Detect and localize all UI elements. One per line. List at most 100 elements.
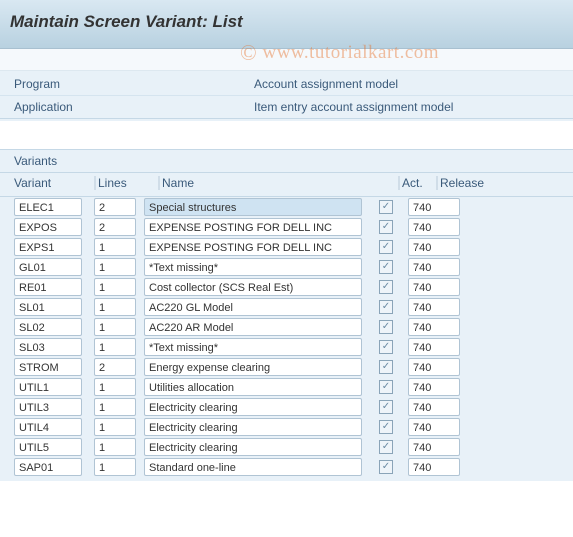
cell-release[interactable]: 740 (408, 398, 460, 416)
cell-variant[interactable]: UTIL3 (14, 398, 82, 416)
cell-name[interactable]: *Text missing* (144, 258, 362, 276)
cell-release[interactable]: 740 (408, 318, 460, 336)
checkbox-act[interactable]: ✓ (379, 240, 393, 254)
checkbox-act[interactable]: ✓ (379, 220, 393, 234)
table-row[interactable]: SAP01 1 Standard one-line ✓ 740 (0, 457, 573, 477)
checkbox-act[interactable]: ✓ (379, 460, 393, 474)
table-row[interactable]: ELEC1 2 Special structures ✓ 740 (0, 197, 573, 217)
cell-lines[interactable]: 1 (94, 318, 136, 336)
cell-variant[interactable]: SL03 (14, 338, 82, 356)
cell-release[interactable]: 740 (408, 358, 460, 376)
cell-name[interactable]: EXPENSE POSTING FOR DELL INC (144, 238, 362, 256)
table-row[interactable]: GL01 1 *Text missing* ✓ 740 (0, 257, 573, 277)
info-row-application: Application Item entry account assignmen… (0, 96, 573, 119)
col-header-name[interactable]: Name (158, 176, 398, 190)
cell-lines[interactable]: 1 (94, 438, 136, 456)
cell-variant[interactable]: UTIL5 (14, 438, 82, 456)
checkbox-act[interactable]: ✓ (379, 420, 393, 434)
col-header-act[interactable]: Act. (398, 176, 436, 190)
cell-variant[interactable]: SL01 (14, 298, 82, 316)
cell-name[interactable]: Electricity clearing (144, 438, 362, 456)
cell-lines[interactable]: 1 (94, 378, 136, 396)
col-header-variant[interactable]: Variant (14, 176, 94, 190)
cell-name[interactable]: Cost collector (SCS Real Est) (144, 278, 362, 296)
table-row[interactable]: EXPOS 2 EXPENSE POSTING FOR DELL INC ✓ 740 (0, 217, 573, 237)
cell-variant[interactable]: EXPS1 (14, 238, 82, 256)
cell-name[interactable]: Electricity clearing (144, 398, 362, 416)
page-title: Maintain Screen Variant: List (10, 12, 563, 32)
cell-release[interactable]: 740 (408, 238, 460, 256)
cell-lines[interactable]: 2 (94, 358, 136, 376)
table-row[interactable]: RE01 1 Cost collector (SCS Real Est) ✓ 740 (0, 277, 573, 297)
cell-act: ✓ (368, 460, 404, 474)
cell-variant[interactable]: RE01 (14, 278, 82, 296)
cell-variant[interactable]: STROM (14, 358, 82, 376)
cell-variant[interactable]: EXPOS (14, 218, 82, 236)
col-header-release[interactable]: Release (436, 176, 512, 190)
table-row[interactable]: SL03 1 *Text missing* ✓ 740 (0, 337, 573, 357)
table-row[interactable]: UTIL5 1 Electricity clearing ✓ 740 (0, 437, 573, 457)
table-row[interactable]: UTIL3 1 Electricity clearing ✓ 740 (0, 397, 573, 417)
table-row[interactable]: SL01 1 AC220 GL Model ✓ 740 (0, 297, 573, 317)
cell-name[interactable]: *Text missing* (144, 338, 362, 356)
program-label: Program (14, 77, 254, 91)
cell-act: ✓ (368, 360, 404, 374)
checkbox-act[interactable]: ✓ (379, 200, 393, 214)
table-row[interactable]: UTIL1 1 Utilities allocation ✓ 740 (0, 377, 573, 397)
cell-release[interactable]: 740 (408, 418, 460, 436)
col-header-lines[interactable]: Lines (94, 176, 158, 190)
cell-name[interactable]: EXPENSE POSTING FOR DELL INC (144, 218, 362, 236)
cell-variant[interactable]: GL01 (14, 258, 82, 276)
cell-release[interactable]: 740 (408, 278, 460, 296)
cell-variant[interactable]: ELEC1 (14, 198, 82, 216)
checkbox-act[interactable]: ✓ (379, 260, 393, 274)
cell-lines[interactable]: 2 (94, 198, 136, 216)
cell-release[interactable]: 740 (408, 338, 460, 356)
cell-lines[interactable]: 1 (94, 398, 136, 416)
table-row[interactable]: SL02 1 AC220 AR Model ✓ 740 (0, 317, 573, 337)
cell-release[interactable]: 740 (408, 218, 460, 236)
cell-act: ✓ (368, 340, 404, 354)
checkbox-act[interactable]: ✓ (379, 340, 393, 354)
cell-act: ✓ (368, 320, 404, 334)
table-row[interactable]: UTIL4 1 Electricity clearing ✓ 740 (0, 417, 573, 437)
table-row[interactable]: EXPS1 1 EXPENSE POSTING FOR DELL INC ✓ 740 (0, 237, 573, 257)
checkbox-act[interactable]: ✓ (379, 320, 393, 334)
grid-header: Variant Lines Name Act. Release (0, 173, 573, 197)
cell-name[interactable]: Energy expense clearing (144, 358, 362, 376)
cell-lines[interactable]: 1 (94, 458, 136, 476)
cell-name[interactable]: Special structures (144, 198, 362, 216)
cell-release[interactable]: 740 (408, 198, 460, 216)
cell-variant[interactable]: UTIL4 (14, 418, 82, 436)
toolbar (0, 49, 573, 71)
cell-name[interactable]: Standard one-line (144, 458, 362, 476)
cell-act: ✓ (368, 240, 404, 254)
checkbox-act[interactable]: ✓ (379, 360, 393, 374)
cell-name[interactable]: AC220 AR Model (144, 318, 362, 336)
cell-lines[interactable]: 1 (94, 238, 136, 256)
checkbox-act[interactable]: ✓ (379, 380, 393, 394)
cell-name[interactable]: Electricity clearing (144, 418, 362, 436)
cell-lines[interactable]: 1 (94, 298, 136, 316)
cell-lines[interactable]: 1 (94, 258, 136, 276)
cell-release[interactable]: 740 (408, 258, 460, 276)
checkbox-act[interactable]: ✓ (379, 440, 393, 454)
cell-release[interactable]: 740 (408, 298, 460, 316)
cell-variant[interactable]: SAP01 (14, 458, 82, 476)
cell-release[interactable]: 740 (408, 438, 460, 456)
cell-lines[interactable]: 2 (94, 218, 136, 236)
cell-release[interactable]: 740 (408, 378, 460, 396)
checkbox-act[interactable]: ✓ (379, 280, 393, 294)
cell-name[interactable]: Utilities allocation (144, 378, 362, 396)
cell-name[interactable]: AC220 GL Model (144, 298, 362, 316)
cell-lines[interactable]: 1 (94, 418, 136, 436)
application-value: Item entry account assignment model (254, 100, 453, 114)
cell-lines[interactable]: 1 (94, 278, 136, 296)
table-row[interactable]: STROM 2 Energy expense clearing ✓ 740 (0, 357, 573, 377)
cell-lines[interactable]: 1 (94, 338, 136, 356)
cell-release[interactable]: 740 (408, 458, 460, 476)
cell-variant[interactable]: UTIL1 (14, 378, 82, 396)
checkbox-act[interactable]: ✓ (379, 300, 393, 314)
cell-variant[interactable]: SL02 (14, 318, 82, 336)
checkbox-act[interactable]: ✓ (379, 400, 393, 414)
